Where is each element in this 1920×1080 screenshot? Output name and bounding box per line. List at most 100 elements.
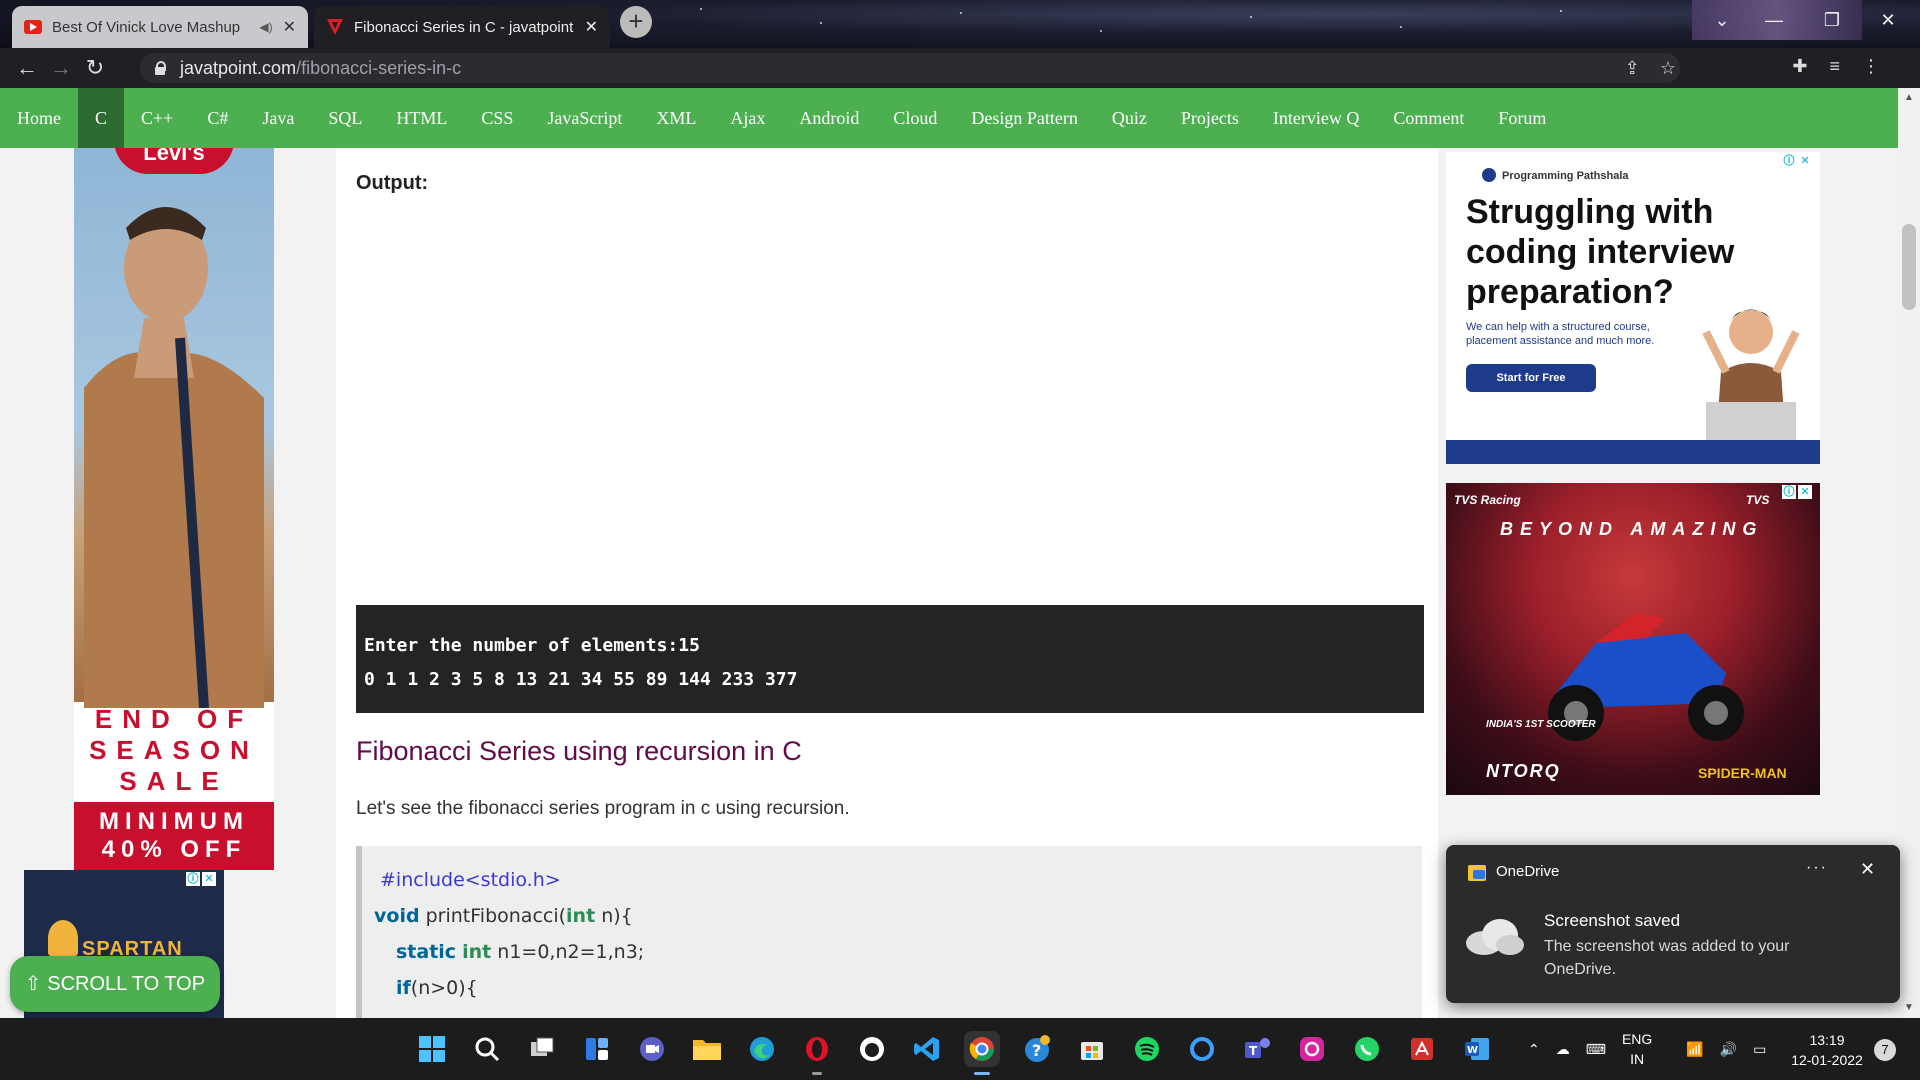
forward-icon[interactable]: → [44,55,78,81]
input-language-indicator[interactable]: ENG IN [1622,1029,1652,1069]
vscode-icon[interactable] [909,1031,945,1067]
spiderman-logo: SPIDER-MAN [1698,765,1787,781]
nav-link-c[interactable]: C++ [124,88,190,148]
url-input[interactable]: javatpoint.com/fibonacci-series-in-c ⇪ ☆ [140,53,1680,83]
ad-close-icon[interactable]: ✕ [202,872,216,886]
notification-count-badge[interactable]: 7 [1874,1039,1896,1061]
nav-link-c[interactable]: C# [190,88,245,148]
nav-link-javascript[interactable]: JavaScript [530,88,639,148]
nav-link-android[interactable]: Android [782,88,876,148]
browser-tab-active[interactable]: Fibonacci Series in C - javatpoint ✕ [314,6,610,48]
programming-pathshala-ad[interactable]: Programming Pathshala Struggling with co… [1446,152,1820,464]
nav-link-design-pattern[interactable]: Design Pattern [954,88,1094,148]
scroll-to-top-button[interactable]: ⇧ SCROLL TO TOP [10,956,220,1012]
extensions-puzzle-icon[interactable]: ✚ [1792,56,1807,77]
word-icon[interactable]: W [1459,1031,1495,1067]
adchoices-info-icon[interactable]: ⓘ [1782,154,1796,168]
close-notification-icon[interactable]: ✕ [1860,859,1875,880]
whatsapp-icon[interactable] [1349,1031,1385,1067]
volume-icon[interactable]: 🔊 [1720,1041,1737,1058]
media-control-icon[interactable]: ≡ [1829,56,1840,77]
acrobat-icon[interactable] [1404,1031,1440,1067]
close-window-icon[interactable]: ✕ [1862,0,1914,40]
cortana-icon[interactable] [1184,1031,1220,1067]
keyboard-icon[interactable]: ⌨ [1586,1041,1606,1058]
system-clock[interactable]: 13:19 12-01-2022 [1782,1030,1872,1070]
nav-link-c[interactable]: C [78,88,125,148]
adchoices-info-icon[interactable]: ⓘ [1782,485,1796,499]
nav-link-cloud[interactable]: Cloud [876,88,954,148]
browser-tab[interactable]: Best Of Vinick Love Mashup ◀) ✕ [12,6,308,48]
spartan-helmet-icon [48,920,78,956]
file-explorer-icon[interactable] [689,1031,725,1067]
github-desktop-icon[interactable] [854,1031,890,1067]
scroll-up-arrow-icon[interactable]: ▲ [1904,92,1914,103]
nav-link-css[interactable]: CSS [464,88,530,148]
ad-close-icon[interactable]: ✕ [1798,154,1812,168]
ad-line: END OF [94,704,254,734]
close-tab-icon[interactable]: ✕ [585,17,598,37]
onedrive-notification[interactable]: OneDrive ··· ✕ Screenshot saved The scre… [1446,845,1900,1003]
show-hidden-icons-chevron-icon[interactable]: ⌃ [1528,1041,1540,1058]
teams-icon[interactable]: T [1239,1031,1275,1067]
restore-icon[interactable]: ❐ [1806,0,1858,40]
start-for-free-button[interactable]: Start for Free [1466,364,1596,392]
nav-link-projects[interactable]: Projects [1164,88,1256,148]
new-tab-button[interactable]: + [620,6,652,38]
nav-link-sql[interactable]: SQL [311,88,379,148]
nav-link-home[interactable]: Home [0,88,78,148]
adchoices-badge[interactable]: ⓘ ✕ [1782,485,1812,499]
nav-link-quiz[interactable]: Quiz [1095,88,1164,148]
opera-icon[interactable] [799,1031,835,1075]
levis-ad[interactable]: Levi's END OF SEASON SALE MINIMUM 40% OF… [74,148,274,870]
reload-icon[interactable]: ↻ [78,55,112,81]
code-token: printFibonacci( [419,905,567,927]
adchoices-info-icon[interactable]: ⓘ [186,872,200,886]
ad-close-icon[interactable]: ✕ [1798,485,1812,499]
page-scrollbar[interactable]: ▲ ▼ [1898,88,1920,1018]
widgets-icon[interactable] [579,1031,615,1067]
battery-icon[interactable]: ▭ [1753,1041,1766,1058]
share-icon[interactable]: ⇪ [1625,58,1640,79]
spotify-icon[interactable] [1129,1031,1165,1067]
instagram-icon[interactable] [1294,1031,1330,1067]
nav-link-comment[interactable]: Comment [1376,88,1481,148]
teams-chat-icon[interactable] [634,1031,670,1067]
tvs-ntorq-ad[interactable]: TVS Racing TVS BEYOND AMAZING INDIA'S 1S… [1446,483,1820,795]
close-tab-icon[interactable]: ✕ [283,17,296,37]
code-token: static [396,941,457,963]
edge-browser-icon[interactable] [744,1031,780,1067]
chrome-icon[interactable] [964,1031,1000,1075]
clock-time: 13:19 [1809,1032,1845,1048]
bookmark-star-icon[interactable]: ☆ [1660,58,1676,79]
menu-icon[interactable]: ⋮ [1862,56,1880,77]
nav-link-html[interactable]: HTML [379,88,464,148]
tvs-racing-logo: TVS Racing [1454,493,1521,507]
console-line: 0 1 1 2 3 5 8 13 21 34 55 89 144 233 377 [364,669,798,690]
nav-link-xml[interactable]: XML [639,88,713,148]
back-icon[interactable]: ← [10,55,44,81]
nav-link-ajax[interactable]: Ajax [713,88,782,148]
scroll-down-arrow-icon[interactable]: ▼ [1904,1002,1914,1013]
help-icon[interactable]: ? [1019,1031,1055,1067]
nav-link-interview-q[interactable]: Interview Q [1256,88,1376,148]
more-options-icon[interactable]: ··· [1806,859,1828,877]
code-line: static int n1=0,n2=1,n3; [374,934,1422,970]
windows-start-icon[interactable] [414,1031,450,1067]
search-icon[interactable] [469,1031,505,1067]
nav-link-java[interactable]: Java [245,88,311,148]
background-star [1560,10,1562,12]
tab-search-icon[interactable]: ⌄ [1696,0,1748,40]
minimize-icon[interactable]: — [1748,0,1800,40]
onedrive-tray-icon[interactable]: ☁ [1556,1041,1570,1058]
speaker-icon[interactable]: ◀) [259,20,272,34]
task-view-icon[interactable] [524,1031,560,1067]
adchoices-badge[interactable]: ⓘ ✕ [1782,154,1812,168]
code-line: #include<stdio.h> [374,862,1422,898]
nav-link-forum[interactable]: Forum [1481,88,1563,148]
adchoices-badge[interactable]: ⓘ ✕ [186,872,216,886]
wifi-icon[interactable]: 📶 [1686,1041,1703,1058]
microsoft-store-icon[interactable] [1074,1031,1110,1067]
background-star [1250,16,1252,18]
scrollbar-thumb[interactable] [1902,224,1916,310]
